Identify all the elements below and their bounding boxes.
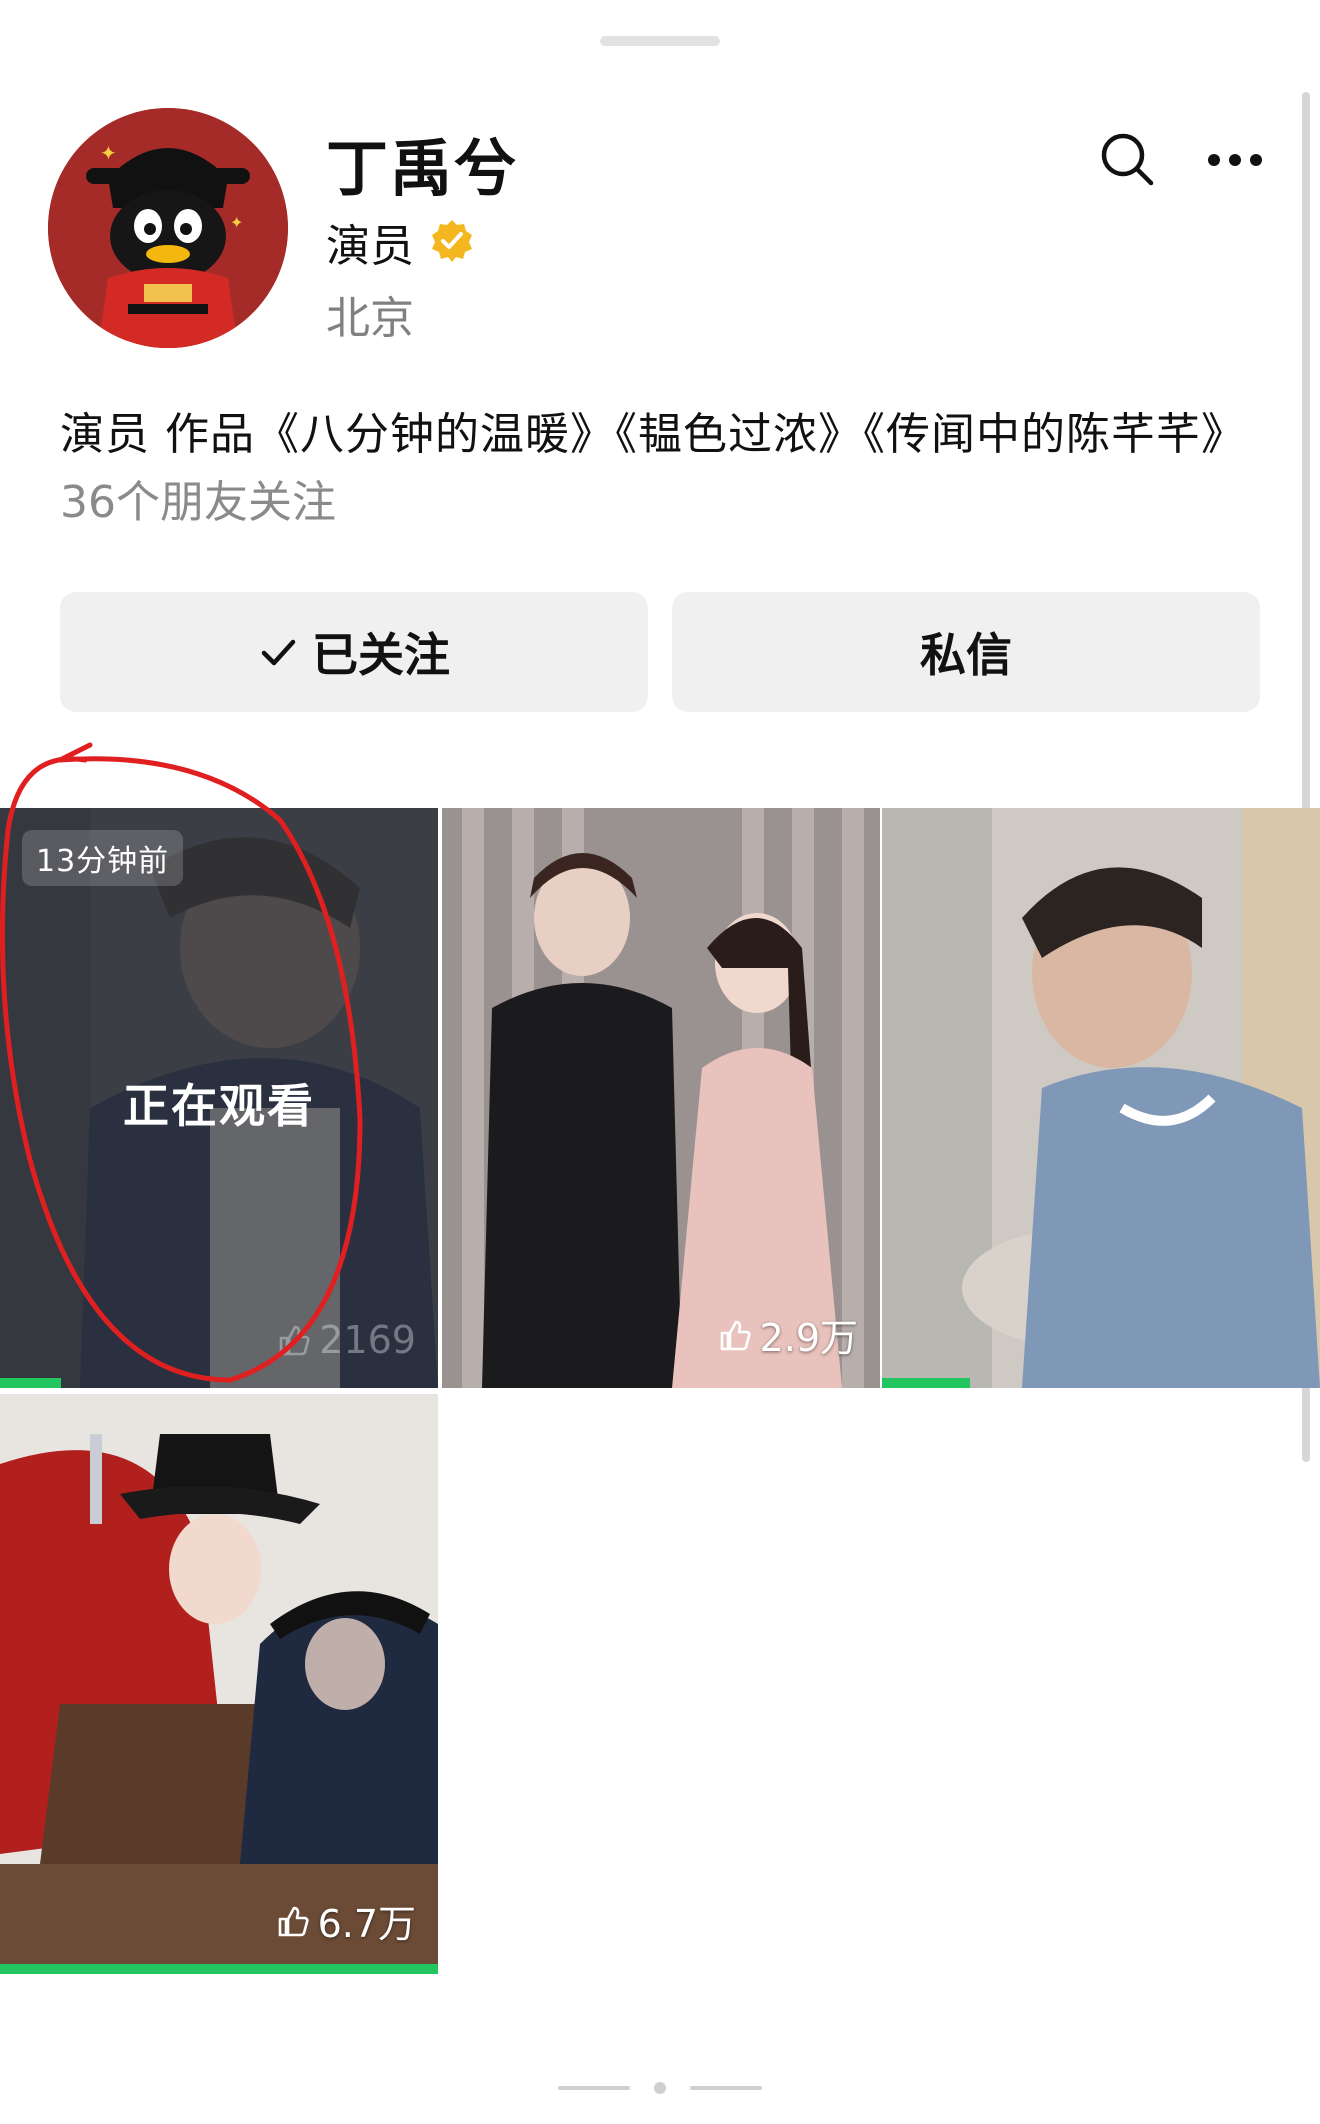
more-icon[interactable] [1206, 140, 1264, 180]
like-count: 6.7万 [276, 1893, 416, 1948]
friends-following[interactable]: 36个朋友关注 [60, 466, 336, 530]
video-thumbnail [442, 808, 880, 1388]
check-icon [261, 639, 296, 666]
video-tile[interactable]: 6.7万 [0, 1394, 438, 1974]
like-count-value: 2169 [319, 1318, 416, 1362]
message-button[interactable]: 私信 [672, 592, 1260, 712]
like-count: 2.9万 [718, 1307, 858, 1362]
profile-sheet: ✦ ✦ 丁禹兮 演员 北京 演员 作品《八分钟的温暖》《韫色过浓》《传闻中的陈芊… [0, 0, 1320, 2124]
message-label: 私信 [920, 628, 1012, 682]
video-tile[interactable]: 2.9万 [442, 808, 880, 1388]
profile-name: 丁禹兮 [326, 132, 519, 205]
watch-progress [0, 1378, 62, 1388]
like-count-value: 6.7万 [317, 1902, 416, 1946]
profile-location: 北京 [326, 293, 414, 344]
time-badge: 13分钟前 [22, 830, 184, 886]
thumb-up-icon [720, 1320, 751, 1350]
watching-status: 正在观看 [123, 1079, 315, 1133]
watch-progress [882, 1378, 970, 1388]
like-count: 2169 [277, 1318, 416, 1362]
verified-badge-icon [432, 220, 472, 262]
svg-text:✦: ✦ [230, 213, 243, 232]
video-thumbnail [0, 1394, 438, 1974]
following-label: 已关注 [312, 628, 450, 682]
thumb-up-icon [278, 1906, 309, 1936]
thumb-up-icon [279, 1325, 310, 1356]
svg-text:✦: ✦ [100, 141, 117, 165]
following-button[interactable]: 已关注 [60, 592, 648, 712]
search-icon[interactable] [1098, 130, 1156, 188]
video-thumbnail [882, 808, 1320, 1388]
like-count-value: 2.9万 [759, 1316, 858, 1360]
video-tile[interactable]: 13分钟前 正在观看 2169 [0, 808, 438, 1388]
profile-role: 演员 [326, 221, 414, 272]
profile-bio: 演员 作品《八分钟的温暖》《韫色过浓》《传闻中的陈芊芊》 [60, 409, 1246, 460]
video-tile[interactable] [882, 808, 1320, 1388]
avatar[interactable]: ✦ ✦ [48, 108, 288, 348]
sheet-grabber[interactable] [600, 36, 720, 46]
watch-progress [0, 1964, 438, 1974]
page-indicator [558, 2082, 762, 2094]
